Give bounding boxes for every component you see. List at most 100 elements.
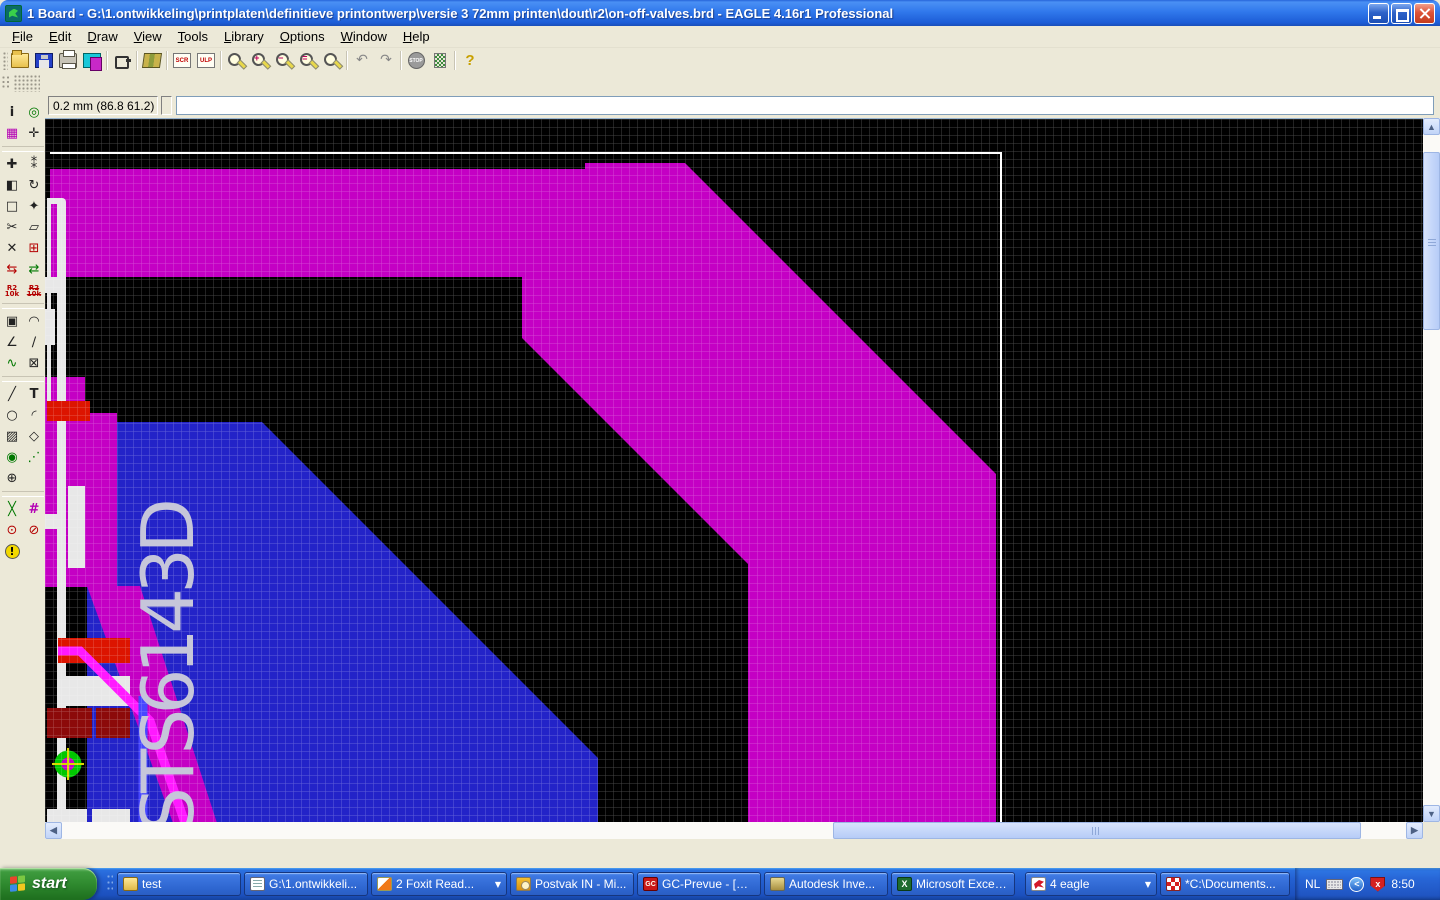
pinswap-tool[interactable]: ⇆ — [1, 259, 23, 280]
save-button[interactable] — [32, 49, 56, 72]
zoom-redraw-button[interactable] — [320, 49, 344, 72]
display-tool[interactable]: ▦ — [1, 123, 23, 144]
menu-view[interactable]: View — [126, 27, 170, 46]
mark-tool[interactable]: ✛ — [23, 123, 45, 144]
print-button[interactable] — [56, 49, 80, 72]
taskbar-button-test[interactable]: test — [117, 872, 241, 896]
security-alert-icon[interactable]: x — [1370, 876, 1386, 892]
taskbar-button-foxit-group[interactable]: 2 Foxit Read... ▼ — [371, 872, 507, 896]
via-tool[interactable]: ◉ — [1, 447, 23, 468]
taskbar-button-ontwikkeling[interactable]: G:\1.ontwikkeli... — [244, 872, 368, 896]
menu-draw[interactable]: Draw — [79, 27, 125, 46]
language-indicator[interactable]: NL — [1305, 877, 1320, 891]
delete-tool[interactable]: ✕ — [1, 238, 23, 259]
optimize-icon: ∕ — [31, 335, 37, 350]
add-tool[interactable]: ⊞ — [23, 238, 45, 259]
cam-processor-button[interactable] — [80, 49, 104, 72]
text-tool[interactable]: T — [23, 384, 45, 405]
folder-icon — [123, 877, 138, 891]
errors-tool[interactable]: ⊘ — [23, 520, 45, 541]
keyboard-icon[interactable] — [1326, 878, 1344, 890]
polygon-tool[interactable]: ◇ — [23, 426, 45, 447]
taskbar-button-gc-prevue[interactable]: GC GC-Prevue - [G... — [637, 872, 761, 896]
horizontal-scrollbar[interactable]: ◀ ▶ — [45, 822, 1423, 839]
run-script-button[interactable]: SCR — [170, 49, 194, 72]
ripup-tool[interactable]: ⊠ — [23, 353, 45, 374]
menu-options[interactable]: Options — [272, 27, 333, 46]
scroll-down-button[interactable]: ▼ — [1423, 805, 1440, 822]
wire-icon: ╱ — [8, 387, 16, 402]
group-tool[interactable]: □ — [1, 196, 23, 217]
zoom-out-button[interactable]: − — [272, 49, 296, 72]
scroll-right-button[interactable]: ▶ — [1406, 822, 1423, 839]
taskbar-button-inventor[interactable]: Autodesk Inve... — [764, 872, 888, 896]
menu-edit[interactable]: Edit — [41, 27, 79, 46]
wire-tool[interactable]: ╱ — [1, 384, 23, 405]
mirror-tool[interactable]: ◧ — [1, 175, 23, 196]
sidebar-grip[interactable] — [2, 76, 11, 90]
group-icon: □ — [5, 199, 19, 214]
rect-tool[interactable]: ▨ — [1, 426, 23, 447]
taskbar-button-excel[interactable]: X Microsoft Excel ... — [891, 872, 1015, 896]
redo-button[interactable]: ↷ — [374, 49, 398, 72]
library-button[interactable] — [140, 49, 164, 72]
help-button[interactable]: ? — [458, 49, 482, 72]
taskbar-button-documents[interactable]: *C:\Documents... — [1160, 872, 1290, 896]
menu-help[interactable]: Help — [395, 27, 438, 46]
move-icon: ✚ — [6, 157, 18, 172]
pad-tool[interactable]: ▣ — [1, 311, 23, 332]
optimize-tool[interactable]: ∕ — [23, 332, 45, 353]
taskbar-button-eagle-group[interactable]: 4 eagle ▼ — [1025, 872, 1157, 896]
signal-tool[interactable]: ⋰ — [23, 447, 45, 468]
command-input[interactable] — [176, 96, 1434, 115]
miter-tool[interactable]: ◠ — [23, 311, 45, 332]
split-tool[interactable]: ∠ — [1, 332, 23, 353]
open-button[interactable] — [8, 49, 32, 72]
circle-tool[interactable]: ○ — [1, 405, 23, 426]
info-tool[interactable]: i — [1, 102, 23, 123]
menu-library[interactable]: Library — [216, 27, 272, 46]
start-button[interactable]: start — [0, 868, 97, 900]
drc-tool[interactable]: ⊙ — [1, 520, 23, 541]
restore-button[interactable] — [1391, 2, 1412, 24]
ratsnest-tool[interactable]: ╳ — [1, 499, 23, 520]
taskbar: start test G:\1.ontwikkeli... 2 Foxit Re… — [0, 868, 1440, 900]
taskbar-button-postvak[interactable]: Postvak IN - Mi... — [510, 872, 634, 896]
smash-tool[interactable]: R2 10k — [23, 280, 45, 301]
board-schematic-button[interactable] — [110, 49, 134, 72]
undo-button[interactable]: ↶ — [350, 49, 374, 72]
show-tool[interactable]: ◎ — [23, 102, 45, 123]
cut-tool[interactable]: ✂ — [1, 217, 23, 238]
rotate-tool[interactable]: ↻ — [23, 175, 45, 196]
gateswap-tool[interactable]: ⇄ — [23, 259, 45, 280]
menu-file[interactable]: File — [4, 27, 41, 46]
stop-button[interactable]: STOP — [404, 49, 428, 72]
warning-tool[interactable]: ! — [1, 541, 23, 562]
vertical-scrollbar[interactable]: ▲ ▼ — [1423, 118, 1440, 822]
minimize-button[interactable] — [1368, 2, 1389, 24]
change-tool[interactable]: ✦ — [23, 196, 45, 217]
menu-tools[interactable]: Tools — [170, 27, 216, 46]
board-canvas[interactable]: STS6143D — [45, 118, 1423, 823]
copy-tool[interactable]: ⁑ — [23, 154, 45, 175]
scroll-up-button[interactable]: ▲ — [1423, 118, 1440, 135]
vertical-scroll-thumb[interactable] — [1423, 152, 1440, 330]
value-tool[interactable]: R2 10k — [1, 280, 23, 301]
paste-tool[interactable]: ▱ — [23, 217, 45, 238]
polygon-icon: ◇ — [29, 429, 39, 444]
auto-tool[interactable]: # — [23, 499, 45, 520]
close-button[interactable] — [1414, 2, 1435, 24]
hole-tool[interactable]: ⊕ — [1, 468, 23, 489]
scroll-left-button[interactable]: ◀ — [45, 822, 62, 839]
menu-window[interactable]: Window — [333, 27, 395, 46]
ratsnest-progress-button[interactable] — [428, 49, 452, 72]
route-tool[interactable]: ∿ — [1, 353, 23, 374]
move-tool[interactable]: ✚ — [1, 154, 23, 175]
zoom-in-button[interactable]: + — [248, 49, 272, 72]
arc-tool[interactable]: ◜ — [23, 405, 45, 426]
zoom-fit-button[interactable] — [224, 49, 248, 72]
hide-icons-chevron-icon[interactable]: < — [1349, 876, 1365, 892]
run-ulp-button[interactable]: ULP — [194, 49, 218, 72]
zoom-select-button[interactable]: = — [296, 49, 320, 72]
horizontal-scroll-thumb[interactable] — [833, 822, 1361, 839]
